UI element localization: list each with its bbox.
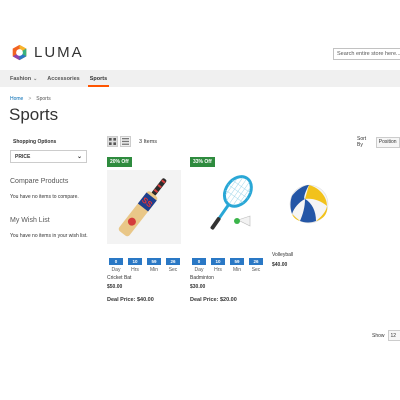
countdown-hours: 10 [128, 258, 142, 265]
wishlist-text: You have no items in your wish list. [10, 233, 88, 239]
sort-label: Sort By [357, 136, 367, 148]
product-name[interactable]: Cricket Bat [107, 275, 131, 281]
countdown-seconds: 26 [166, 258, 180, 265]
chevron-down-icon: ⌄ [76, 154, 82, 160]
cricket-bat-image: SS [118, 178, 167, 237]
main-nav: Fashion ⌄ Accessories Sports [0, 70, 400, 87]
countdown-label: Sec [168, 267, 178, 273]
compare-products-text: You have no items to compare. [10, 194, 79, 200]
breadcrumb-current: Sports [36, 96, 51, 102]
countdown-minutes: 59 [147, 258, 161, 265]
list-icon [122, 138, 129, 145]
product-image-cricket-bat[interactable]: SS [107, 170, 181, 244]
logo-text: LUMA [34, 44, 84, 61]
countdown-label: Hrs [131, 267, 139, 273]
countdown-label: Min [149, 267, 159, 273]
deal-price: Deal Price: $40.00 [107, 297, 154, 303]
product-price: $40.00 [272, 262, 288, 268]
price-filter-label: PRICE [15, 153, 31, 160]
countdown-label: Min [232, 267, 242, 273]
deal-price: Deal Price: $20.00 [190, 297, 237, 303]
nav-item-label: Fashion [10, 75, 32, 82]
countdown-minutes: 59 [230, 258, 244, 265]
countdown-hours: 10 [211, 258, 225, 265]
deal-countdown: 0 Day 10 Hrs 59 Min 26 Sec [192, 258, 263, 273]
grid-icon [109, 138, 116, 145]
nav-item-accessories[interactable]: Accessories [42, 70, 84, 87]
breadcrumb-home[interactable]: Home [10, 96, 23, 102]
nav-item-label: Accessories [47, 75, 80, 82]
deal-countdown: 0 Day 10 Hrs 59 Min 26 Sec [109, 258, 180, 273]
page-title: Sports [9, 105, 59, 124]
countdown-label: Sec [251, 267, 261, 273]
luma-logo[interactable]: LUMA [11, 44, 84, 61]
shopping-options-title: Shopping Options [13, 139, 57, 145]
product-image-badminton[interactable] [190, 170, 264, 244]
badminton-image [210, 175, 253, 230]
countdown-label: Hrs [214, 267, 222, 273]
item-count: 3 Items [139, 138, 158, 145]
show-label: Show [372, 332, 385, 339]
sort-select[interactable]: Position [375, 136, 400, 148]
countdown-label: Day [111, 267, 121, 273]
list-view-button[interactable] [120, 136, 131, 147]
product-price: $30.00 [190, 284, 206, 290]
countdown-days: 0 [109, 258, 123, 265]
product-name[interactable]: Badminton [190, 275, 214, 281]
toolbar: 3 Items [107, 136, 157, 147]
grid-view-button[interactable] [107, 136, 118, 147]
breadcrumb-separator: > [28, 96, 32, 102]
sort-control: Sort By Position [357, 136, 400, 148]
price-filter[interactable]: PRICE ⌄ [10, 150, 87, 163]
search-input[interactable]: Search entire store here... [333, 48, 400, 60]
wishlist-title: My Wish List [10, 217, 50, 224]
countdown-seconds: 26 [249, 258, 263, 265]
nav-item-fashion[interactable]: Fashion ⌄ [0, 70, 42, 87]
luma-logo-icon [12, 44, 27, 61]
discount-badge: 33% Off [190, 157, 215, 167]
product-image-volleyball[interactable] [272, 170, 346, 244]
product-name[interactable]: Volleyball [272, 252, 293, 258]
breadcrumb: Home > Sports [10, 96, 51, 102]
chevron-down-icon: ⌄ [33, 75, 38, 82]
show-select[interactable]: 12 [387, 330, 400, 341]
countdown-days: 0 [192, 258, 206, 265]
nav-item-label: Sports [89, 75, 108, 82]
nav-item-sports[interactable]: Sports [85, 70, 112, 87]
volleyball-image [289, 184, 329, 224]
countdown-label: Day [194, 267, 204, 273]
limiter-control: Show 12 [372, 330, 400, 341]
discount-badge: 20% Off [107, 157, 132, 167]
product-price: $50.00 [107, 284, 123, 290]
compare-products-title: Compare Products [10, 178, 69, 185]
